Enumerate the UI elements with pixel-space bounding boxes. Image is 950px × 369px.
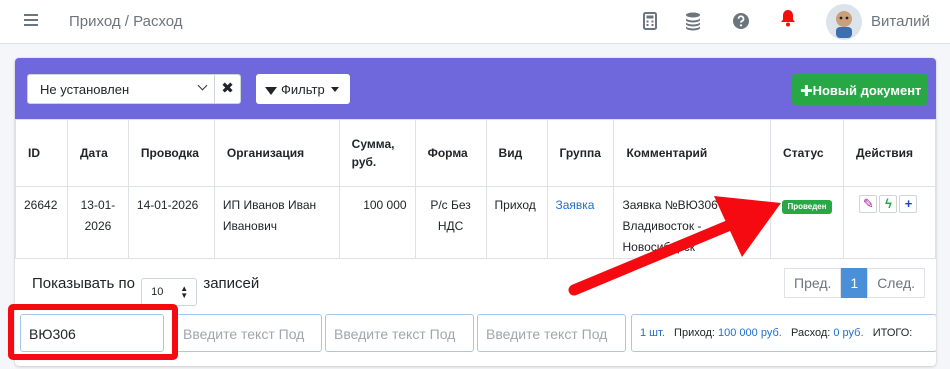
status-badge: Проведен	[782, 200, 832, 214]
page-length-value: 10	[151, 286, 164, 298]
help-icon[interactable]	[731, 11, 751, 31]
page-length: Показывать по 10 ▲ ▼ записей	[32, 275, 259, 306]
add-icon[interactable]: +	[899, 195, 918, 213]
cell-sum: 100 000	[338, 186, 416, 259]
bell-icon[interactable]	[778, 8, 798, 28]
group-link[interactable]: Заявка	[556, 198, 595, 212]
updown-icon: ▲ ▼	[180, 284, 189, 300]
next-page-button[interactable]: След.	[867, 268, 926, 298]
column-header[interactable]: Комментарий	[613, 119, 772, 187]
cell-group: Заявка	[546, 186, 615, 259]
table-row: 26642 13-01-2026 14-01-2026 ИП Иванов Ив…	[15, 186, 936, 259]
calculator-icon[interactable]	[640, 11, 660, 31]
cell-form: Р/с Без НДС	[414, 186, 487, 259]
income-label: Приход:	[674, 327, 715, 339]
user-name[interactable]: Виталий	[871, 13, 930, 30]
search-input-2[interactable]: Введите текст Под	[174, 314, 322, 352]
breadcrumb: Приход / Расход	[69, 13, 183, 30]
column-header: Действия	[842, 119, 936, 187]
column-header[interactable]: Организация	[213, 119, 340, 187]
table-header-row: ID Дата Проводка Организация Сумма, руб.…	[15, 119, 936, 187]
status-select-value: Не установлен	[40, 82, 130, 97]
prev-page-button[interactable]: Пред.	[784, 268, 842, 298]
column-header[interactable]: Статус	[770, 119, 844, 187]
top-navbar: Приход / Расход Виталий	[0, 0, 950, 44]
card-toolbar: Не установлен ✖ Фильтр ✚Новый документ	[15, 58, 936, 119]
page-length-select[interactable]: 10 ▲ ▼	[141, 278, 198, 306]
column-header[interactable]: Группа	[546, 119, 615, 187]
highlight-box	[8, 304, 178, 360]
column-header[interactable]: Сумма, руб.	[338, 119, 416, 187]
totals-count: 1 шт.	[640, 327, 665, 339]
expense-label: Расход:	[790, 327, 831, 339]
cell-comment: Заявка №ВЮ306 Владивосток - Новосибирск	[613, 186, 772, 259]
expense-value: 0 руб.	[833, 327, 864, 339]
new-document-button[interactable]: ✚Новый документ	[792, 74, 927, 105]
filter-button-label: Фильтр	[281, 82, 325, 97]
page-length-prefix: Показывать по	[32, 275, 135, 292]
pagination: Пред. 1 След.	[784, 268, 926, 298]
avatar[interactable]	[826, 4, 862, 40]
bolt-icon[interactable]: ϟ	[879, 195, 898, 213]
column-header[interactable]: Вид	[485, 119, 548, 187]
search-input-4[interactable]: Введите текст Под	[477, 314, 626, 352]
filter-button[interactable]: Фильтр	[256, 74, 350, 104]
cell-posting: 14-01-2026	[127, 186, 215, 259]
column-header[interactable]: Проводка	[127, 119, 215, 187]
total-label: ИТОГО:	[872, 327, 913, 339]
income-value: 100 000 руб.	[718, 327, 782, 339]
column-header[interactable]: Форма	[414, 119, 487, 187]
totals-summary: 1 шт. Приход: 100 000 руб. Расход: 0 руб…	[631, 314, 936, 352]
chevron-down-icon	[197, 80, 208, 91]
search-input-3[interactable]: Введите текст Под	[325, 314, 474, 352]
page-length-suffix: записей	[203, 275, 260, 292]
cell-kind: Приход	[485, 186, 548, 259]
caret-down-icon	[330, 87, 339, 92]
coins-icon[interactable]	[683, 11, 703, 31]
menu-icon[interactable]	[24, 14, 38, 26]
documents-table: ID Дата Проводка Организация Сумма, руб.…	[15, 119, 936, 259]
page-1-button[interactable]: 1	[841, 268, 868, 298]
column-header[interactable]: ID	[15, 119, 68, 187]
filter-icon	[265, 87, 277, 95]
cell-organization: ИП Иванов Иван Иванович	[213, 186, 340, 259]
new-document-label: Новый документ	[812, 83, 922, 98]
edit-icon[interactable]: ✎	[859, 195, 878, 213]
plus-icon: ✚	[800, 83, 813, 100]
status-select[interactable]: Не установлен	[27, 74, 215, 104]
column-header[interactable]: Дата	[66, 119, 129, 187]
cell-date: 13-01-2026	[66, 186, 129, 259]
cell-id: 26642	[15, 186, 68, 259]
cell-actions: ✎ ϟ +	[842, 186, 936, 259]
clear-filter-button[interactable]: ✖	[215, 74, 241, 104]
cell-status: Проведен	[770, 186, 844, 259]
